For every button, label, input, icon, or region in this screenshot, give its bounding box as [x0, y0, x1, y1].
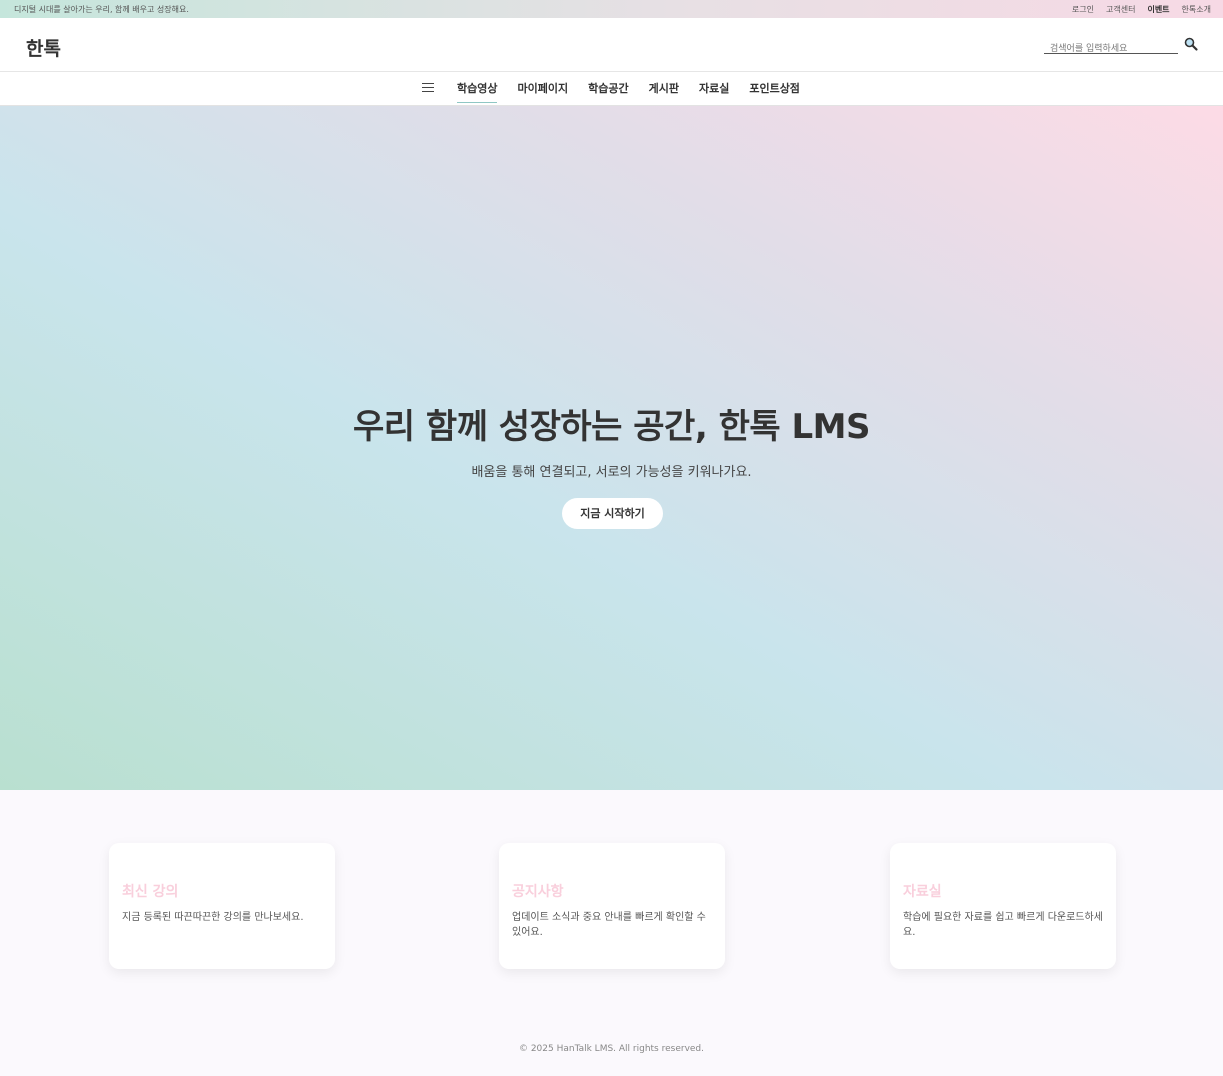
search-box	[1044, 36, 1178, 58]
tagline: 디지털 시대를 살아가는 우리, 함께 배우고 성장해요.	[14, 5, 189, 14]
nav-item-board[interactable]: 게시판	[649, 80, 679, 103]
card-description: 지금 등록된 따끈따끈한 강의를 만나보세요.	[122, 912, 304, 923]
hamburger-icon[interactable]	[422, 83, 434, 93]
nav-links: 학습영상 마이페이지 학습공간 게시판 자료실 포인트상점	[457, 80, 800, 103]
card-resources[interactable]: 자료실 학습에 필요한 자료를 쉽고 빠르게 다운로드하세요.	[890, 843, 1116, 969]
customer-center-link[interactable]: 고객센터	[1106, 4, 1135, 15]
hero-subtitle: 배움을 통해 연결되고, 서로의 가능성을 키워나가요.	[471, 465, 752, 480]
search-input[interactable]	[1044, 40, 1178, 58]
nav-item-study-space[interactable]: 학습공간	[588, 80, 628, 103]
card-title: 자료실	[903, 884, 942, 900]
feature-cards: 최신 강의 지금 등록된 따끈따끈한 강의를 만나보세요. 공지사항 업데이트 …	[0, 790, 1223, 1010]
main-nav: 학습영상 마이페이지 학습공간 게시판 자료실 포인트상점	[0, 72, 1223, 106]
card-notices[interactable]: 공지사항 업데이트 소식과 중요 안내를 빠르게 확인할 수 있어요.	[499, 843, 725, 969]
card-title: 공지사항	[512, 884, 564, 900]
card-description: 업데이트 소식과 중요 안내를 빠르게 확인할 수 있어요.	[512, 912, 706, 938]
nav-item-point-shop[interactable]: 포인트상점	[749, 80, 800, 103]
nav-item-resources[interactable]: 자료실	[699, 80, 729, 103]
start-now-button[interactable]: 지금 시작하기	[562, 498, 663, 529]
login-link[interactable]: 로그인	[1072, 4, 1094, 15]
top-bar: 디지털 시대를 살아가는 우리, 함께 배우고 성장해요. 로그인 고객센터 이…	[0, 0, 1223, 18]
logo[interactable]: 한톡	[26, 34, 61, 61]
search-button[interactable]	[1183, 36, 1199, 52]
header: 한톡	[0, 18, 1223, 72]
card-latest-lectures[interactable]: 최신 강의 지금 등록된 따끈따끈한 강의를 만나보세요.	[109, 843, 335, 969]
nav-item-videos[interactable]: 학습영상	[457, 80, 498, 103]
about-link[interactable]: 한톡소개	[1182, 4, 1211, 15]
event-link[interactable]: 이벤트	[1147, 4, 1169, 15]
nav-item-mypage[interactable]: 마이페이지	[517, 80, 568, 103]
magnifier-icon	[1184, 37, 1198, 51]
hero-title: 우리 함께 성장하는 공간, 한톡 LMS	[353, 407, 870, 447]
hero-section: 우리 함께 성장하는 공간, 한톡 LMS 배움을 통해 연결되고, 서로의 가…	[0, 106, 1223, 790]
footer-copyright: © 2025 HanTalk LMS. All rights reserved.	[518, 1044, 705, 1054]
top-links: 로그인 고객센터 이벤트 한톡소개	[1072, 4, 1211, 15]
card-title: 최신 강의	[122, 884, 179, 900]
card-description: 학습에 필요한 자료를 쉽고 빠르게 다운로드하세요.	[903, 912, 1103, 938]
